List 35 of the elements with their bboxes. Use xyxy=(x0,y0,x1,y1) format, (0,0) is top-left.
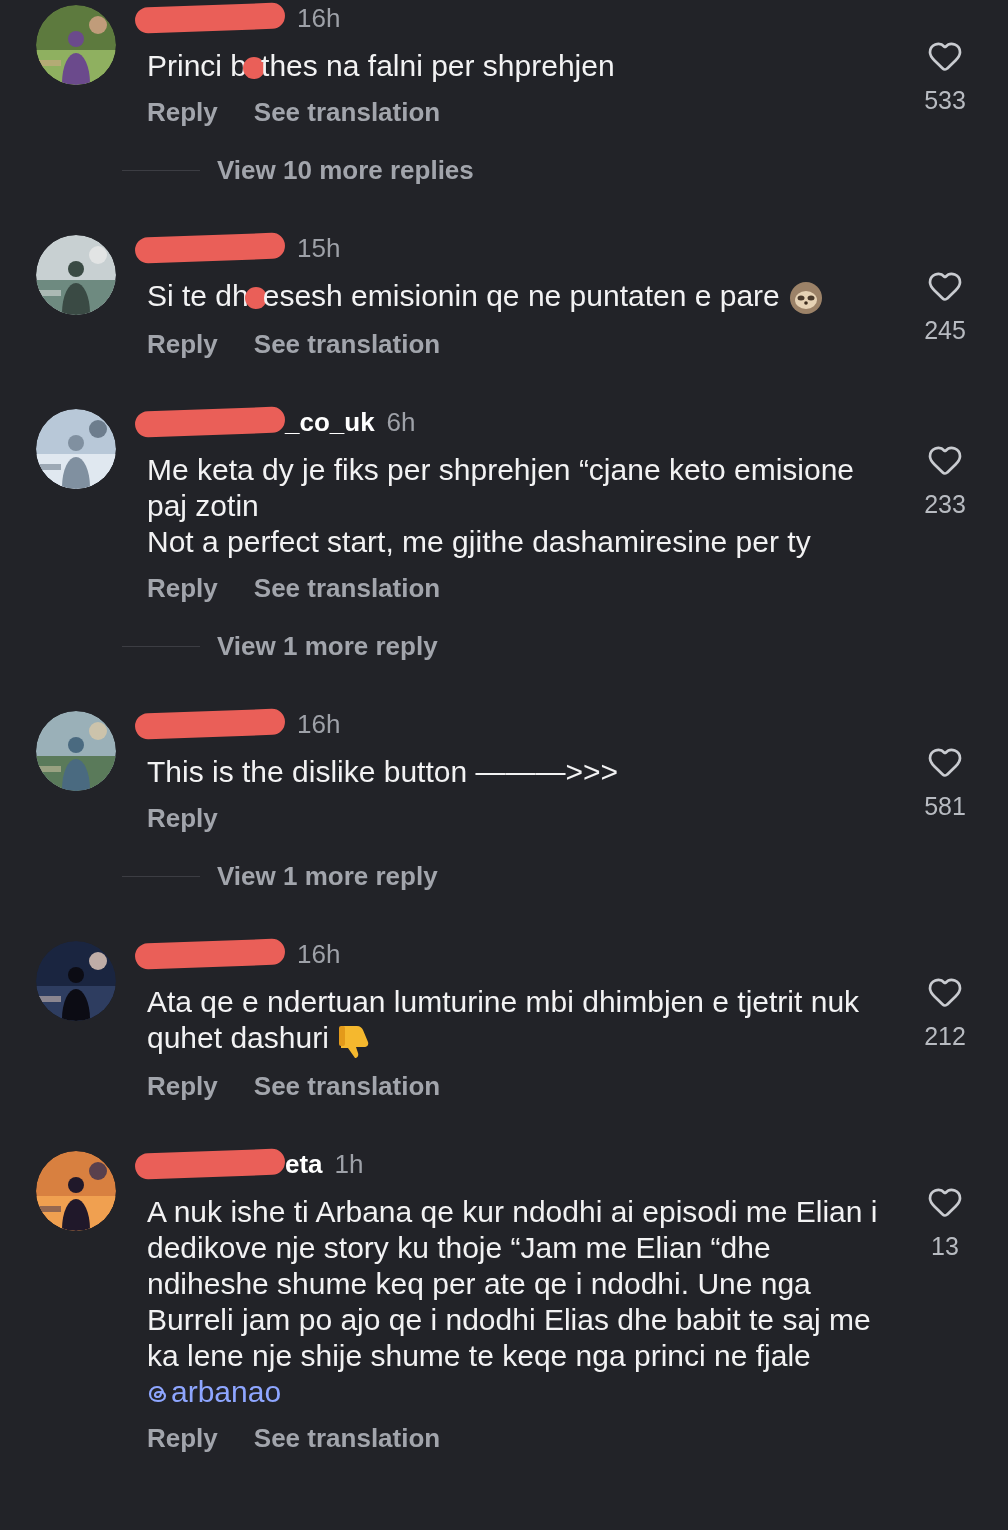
sloth-icon xyxy=(787,280,824,317)
comment-time: 6h xyxy=(386,405,416,439)
reply-button[interactable]: Reply xyxy=(147,798,218,838)
comment-time: 1h xyxy=(334,1147,364,1181)
username: eta xyxy=(285,1147,323,1181)
view-replies-button[interactable]: View 10 more replies xyxy=(217,150,474,190)
comment-text: A nuk ishe ti Arbana qe kur ndodhi ai episodi me Elian i dedikove nje story ku thoje “Jam me Elian “dhe ndiheshe shume keq per ate qe i ndodhi. Une nga Burreli jam po ajo qe i ndodhi Elias dhe babit te saj me ka lene nje shije shume te keqe nga princi ne fjale arbanao xyxy=(147,1194,879,1411)
comment-text: Si te dh esesh emisionin qe ne puntaten e pare xyxy=(147,278,882,317)
comment-text: Me keta dy je fiks per shprehjen “cjane keto emisione paj zotin Not a perfect start, me gjithe dashamiresine per ty xyxy=(147,452,856,561)
view-replies-button[interactable]: View 1 more reply xyxy=(217,626,438,666)
like-count: 233 xyxy=(924,489,966,521)
comment-time: 16h xyxy=(297,707,341,741)
view-replies-button[interactable]: View 1 more reply xyxy=(217,856,438,896)
comment-text: This is the dislike button ———>>> xyxy=(147,754,620,791)
translation-link[interactable]: See translation xyxy=(253,324,441,364)
comment-text: Ata qe e ndertuan lumturine mbi dhimbjen e tjetrit nuk quhet dashuri xyxy=(147,984,882,1059)
reply-button[interactable]: Reply xyxy=(147,1418,218,1458)
reply-button[interactable]: Reply xyxy=(147,324,218,364)
like-count: 533 xyxy=(924,85,966,116)
like-count: 212 xyxy=(924,1021,966,1053)
reply-button[interactable]: Reply xyxy=(147,1066,218,1106)
translation-link[interactable]: See translation xyxy=(253,568,441,608)
reply-button[interactable]: Reply xyxy=(147,92,218,132)
comment-time: 15h xyxy=(297,231,341,265)
like-count: 581 xyxy=(924,791,966,823)
like-count: 13 xyxy=(931,1231,959,1263)
mention-link[interactable]: arbanao xyxy=(147,1375,282,1409)
comment-time: 16h xyxy=(297,937,341,971)
translation-link[interactable]: See translation xyxy=(253,1418,441,1458)
like-count: 245 xyxy=(924,315,966,346)
reply-button[interactable]: Reply xyxy=(147,568,218,608)
translation-link[interactable]: See translation xyxy=(253,1066,441,1106)
username: _co_uk xyxy=(285,405,375,439)
comment-time: 16h xyxy=(297,1,341,35)
translation-link[interactable]: See translation xyxy=(253,92,441,132)
